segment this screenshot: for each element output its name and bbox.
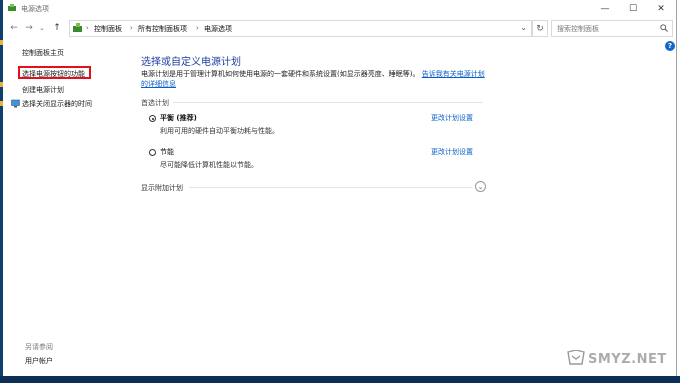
breadcrumb-separator: › [130,24,133,32]
sidebar-item-create-plan[interactable]: 创建电源计划 [22,85,64,95]
user-accounts-link[interactable]: 用户帐户 [25,356,53,366]
breadcrumb-power-options[interactable]: 电源选项 [204,24,232,34]
page-description: 电源计划是用于管理计算机如何使用电源的一套硬件和系统设置(如显示器亮度、睡眠等)… [141,69,487,89]
address-bar[interactable]: › 控制面板 › 所有控制面板项 › 电源选项 ⌄ [69,20,532,37]
see-also-heading: 另请参阅 [25,343,53,351]
maximize-button[interactable]: ☐ [619,0,647,17]
power-options-window: 电源选项 — ☐ ✕ ← → ⌄ ↑ › 控制面板 › 所有控制面板项 › 电源… [3,0,677,376]
balanced-change-settings-link[interactable]: 更改计划设置 [431,113,473,123]
address-row: ← → ⌄ ↑ › 控制面板 › 所有控制面板项 › 电源选项 ⌄ ↻ 搜索控制… [3,18,676,38]
description-text: 电源计划是用于管理计算机如何使用电源的一套硬件和系统设置(如显示器亮度、睡眠等)… [141,70,420,78]
search-input[interactable]: 搜索控制面板 [551,20,673,37]
power-saver-plan-name[interactable]: 节能 [160,147,174,157]
section-divider [173,102,483,103]
control-panel-icon [73,23,82,32]
up-button[interactable]: ↑ [51,22,63,34]
control-panel-home-link[interactable]: 控制面板主页 [22,48,64,58]
balanced-plan-desc: 利用可用的硬件自动平衡功耗与性能。 [160,127,279,135]
power-saver-change-settings-link[interactable]: 更改计划设置 [431,147,473,157]
expand-chevron-icon[interactable]: ⌄ [475,181,486,192]
close-button[interactable]: ✕ [647,0,675,17]
search-icon[interactable] [660,24,668,32]
power-options-icon [8,4,16,11]
taskbar [0,376,680,383]
sidebar-item-power-buttons[interactable]: 选择电源按钮的功能 [22,69,85,79]
window-title: 电源选项 [21,5,49,13]
watermark-text: SMYZ.NET [588,352,667,367]
search-placeholder: 搜索控制面板 [557,25,599,33]
breadcrumb-separator: › [86,24,89,32]
power-saver-plan-radio[interactable] [149,149,156,156]
breadcrumb-control-panel[interactable]: 控制面板 [94,24,122,34]
breadcrumb-all-items[interactable]: 所有控制面板项 [138,24,187,34]
title-bar: 电源选项 — ☐ ✕ [3,0,676,17]
address-dropdown-icon[interactable]: ⌄ [520,23,527,32]
additional-plans-divider [189,187,472,188]
forward-button[interactable]: → [23,22,35,34]
minimize-button[interactable]: — [591,0,619,17]
show-additional-plans-label[interactable]: 显示附加计划 [141,183,183,193]
balanced-plan-radio[interactable] [149,115,156,122]
preferred-plans-heading: 首选计划 [141,99,169,107]
recent-locations-button[interactable]: ⌄ [36,22,48,34]
balanced-plan-name[interactable]: 平衡 (推荐) [160,113,197,123]
display-icon [11,99,20,108]
refresh-button[interactable]: ↻ [532,20,548,37]
watermark-logo-icon [567,350,585,365]
sidebar-item-display-off[interactable]: 选择关闭显示器的时间 [22,99,92,109]
help-icon[interactable]: ? [665,41,675,51]
breadcrumb-separator: › [196,24,199,32]
page-title: 选择或自定义电源计划 [141,57,241,68]
back-button[interactable]: ← [8,22,20,34]
power-saver-plan-desc: 尽可能降低计算机性能以节能。 [160,161,258,169]
